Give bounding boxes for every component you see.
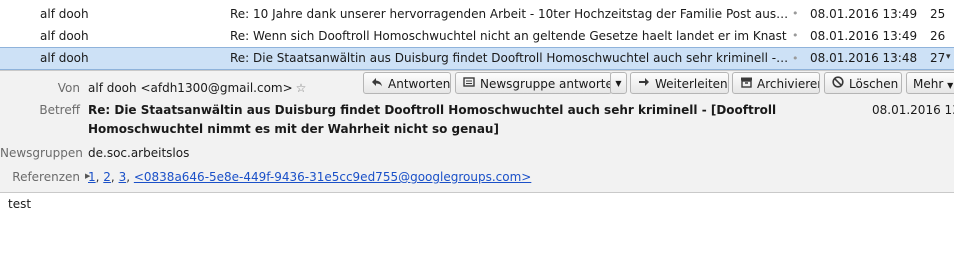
reply-newsgroup-dropdown[interactable]: ▼ — [610, 72, 627, 94]
from-value[interactable]: alf dooh <afdh1300@gmail.com> ☆ — [88, 81, 306, 95]
newsgroup-icon — [462, 73, 476, 93]
references-label: Referenzen — [12, 170, 80, 184]
message-from: alf dooh — [40, 29, 89, 43]
from-address[interactable]: alf dooh <afdh1300@gmail.com> — [88, 81, 293, 95]
read-status-dot[interactable]: • — [792, 25, 799, 47]
read-status-dot[interactable]: • — [792, 3, 799, 25]
references-list: 1, 2, 3, <0838a646-5e8e-449f-9436-31e5cc… — [88, 170, 532, 184]
forward-button[interactable]: Weiterleiten — [630, 72, 729, 94]
more-label: Mehr — [913, 77, 944, 91]
delete-label: Löschen — [849, 77, 899, 91]
from-label: Von — [57, 81, 80, 95]
archive-box-icon — [739, 73, 753, 93]
reference-link[interactable]: 1 — [88, 170, 96, 184]
reply-newsgroup-label: Newsgruppe antworten — [480, 77, 612, 91]
message-from: alf dooh — [40, 51, 89, 65]
message-list: alf dooh Re: 10 Jahre dank unserer hervo… — [0, 0, 954, 70]
message-row[interactable]: alf dooh Re: 10 Jahre dank unserer hervo… — [0, 3, 954, 25]
message-row[interactable]: alf dooh Re: Wenn sich Dooftroll Homosch… — [0, 25, 954, 47]
reply-arrow-icon — [370, 73, 384, 93]
newsgroups-label: Newsgruppen — [0, 146, 83, 160]
subject-value: Re: Die Staatsanwältin aus Duisburg find… — [88, 103, 777, 136]
delete-circle-icon — [831, 73, 845, 93]
chevron-down-icon: ▼ — [947, 81, 954, 90]
reference-link-message-id[interactable]: <0838a646-5e8e-449f-9436-31e5cc9ed755@go… — [134, 170, 531, 184]
message-size: 25 — [930, 7, 946, 21]
subject-label: Betreff — [39, 103, 80, 117]
reply-button[interactable]: Antworten — [363, 72, 451, 94]
message-size: 26 — [930, 29, 946, 43]
message-body: test — [8, 197, 32, 211]
delete-button[interactable]: Löschen — [824, 72, 902, 94]
header-date: 08.01.2016 13:48 — [872, 103, 954, 117]
forward-arrow-icon — [637, 73, 651, 93]
chevron-down-icon: ▼ — [615, 79, 622, 88]
message-date: 08.01.2016 13:49 — [810, 7, 918, 21]
archive-button[interactable]: Archivieren — [732, 72, 820, 94]
star-icon[interactable]: ☆ — [296, 81, 307, 95]
scroll-down-arrow-icon[interactable]: ▾ — [946, 52, 951, 62]
read-status-dot[interactable]: • — [792, 48, 799, 69]
message-header: Von alf dooh <afdh1300@gmail.com> ☆ Antwo… — [0, 70, 954, 193]
message-date: 08.01.2016 13:49 — [810, 29, 918, 43]
message-subject: Re: 10 Jahre dank unserer hervorragenden… — [230, 7, 790, 21]
message-date: 08.01.2016 13:48 — [810, 51, 918, 65]
message-subject: Re: Die Staatsanwältin aus Duisburg find… — [230, 51, 790, 65]
reply-label: Antworten — [388, 77, 451, 91]
message-from: alf dooh — [40, 7, 89, 21]
more-button[interactable]: Mehr ▼ — [906, 72, 954, 94]
archive-label: Archivieren — [757, 77, 820, 91]
message-row-selected[interactable]: alf dooh Re: Die Staatsanwältin aus Duis… — [0, 47, 954, 70]
newsgroups-value[interactable]: de.soc.arbeitslos — [88, 146, 189, 160]
message-subject: Re: Wenn sich Dooftroll Homoschwuchtel n… — [230, 29, 787, 43]
reference-link[interactable]: 2 — [103, 170, 111, 184]
forward-label: Weiterleiten — [655, 77, 728, 91]
reply-newsgroup-button[interactable]: Newsgruppe antworten — [455, 72, 612, 94]
